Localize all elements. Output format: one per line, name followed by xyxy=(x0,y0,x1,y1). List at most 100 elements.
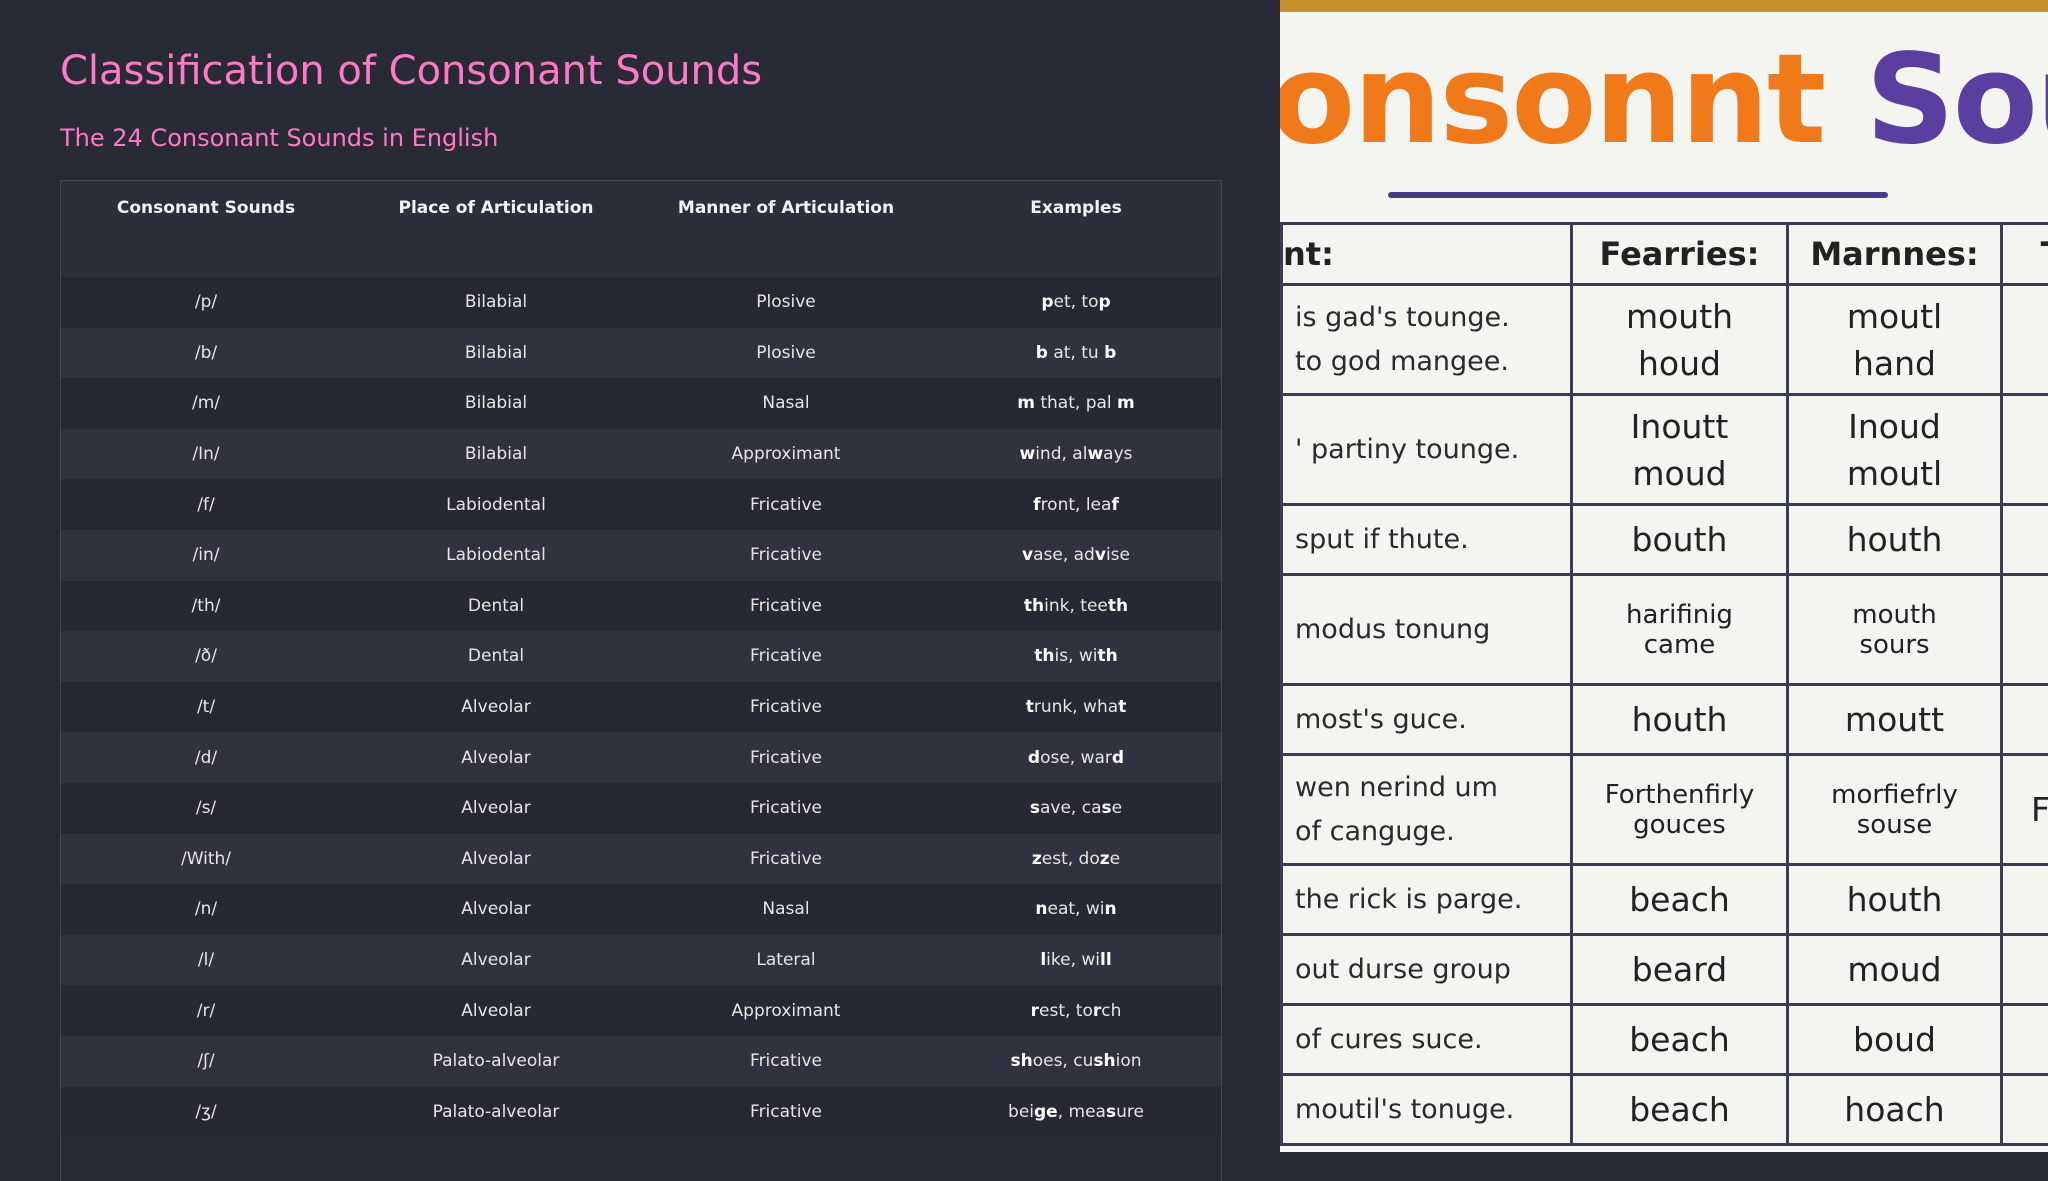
highlighted-letters: sh xyxy=(1093,1051,1115,1071)
cell-sound: /p/ xyxy=(61,277,351,328)
highlighted-letters: ge xyxy=(1034,1102,1058,1122)
poster-sentence-line: ' partiny tounge. xyxy=(1295,433,1570,467)
cell-examples: rest, torch xyxy=(931,985,1221,1036)
highlighted-letters: th xyxy=(1034,646,1054,666)
cell-place: Alveolar xyxy=(351,682,641,733)
poster-sentence-line: wen nerind um xyxy=(1295,771,1570,805)
highlighted-letters: p xyxy=(1041,292,1053,312)
cell-sound: /t/ xyxy=(61,682,351,733)
poster-word: sours xyxy=(1789,630,2000,660)
poster-sentence: of cures suce. xyxy=(1282,1005,1572,1075)
highlighted-letters: z xyxy=(1100,849,1110,869)
column-header-place: Place of Articulation xyxy=(351,181,641,277)
cell-examples: beige, measure xyxy=(931,1087,1221,1138)
example-text: ays xyxy=(1103,444,1132,464)
poster-heading-part1: onsonnt xyxy=(1280,28,1824,172)
example-text: bei xyxy=(1008,1102,1034,1122)
cell-manner: Fricative xyxy=(641,479,931,530)
poster-sentence-line: is gad's tounge. xyxy=(1295,301,1570,335)
highlighted-letters: s xyxy=(1030,798,1040,818)
poster-sentence-line: the rick is parge. xyxy=(1295,883,1570,917)
example-text: ave, ca xyxy=(1040,798,1102,818)
poster-word: bouth xyxy=(1573,520,1786,559)
poster-word: Inoutt xyxy=(1573,407,1786,446)
highlighted-letters: th xyxy=(1024,596,1044,616)
consonant-table-container[interactable]: Consonant Sounds Place of Articulation M… xyxy=(60,180,1222,1181)
cell-place: Palato-alveolar xyxy=(351,1087,641,1138)
poster-word: gouces xyxy=(1573,810,1786,840)
poster-word: mouth xyxy=(1789,600,2000,630)
highlighted-letters: r xyxy=(1093,1001,1101,1021)
highlighted-letters: v xyxy=(1095,545,1106,565)
highlighted-letters: w xyxy=(1087,444,1103,464)
highlighted-letters: b xyxy=(1036,343,1048,363)
highlighted-letters: z xyxy=(1032,849,1042,869)
poster-word: moutl xyxy=(1789,454,2000,493)
poster-word-cell: moutt xyxy=(1788,685,2002,755)
cell-manner: Fricative xyxy=(641,682,931,733)
highlighted-letters: n xyxy=(1104,899,1116,919)
cell-manner: Nasal xyxy=(641,884,931,935)
example-text: eat, wi xyxy=(1048,899,1105,919)
cell-manner: Lateral xyxy=(641,935,931,986)
cell-examples: dose, ward xyxy=(931,732,1221,783)
poster-cut-cell xyxy=(2002,685,2048,755)
cell-place: Labiodental xyxy=(351,530,641,581)
cell-manner: Fricative xyxy=(641,530,931,581)
table-row: /p/BilabialPlosivepet, top xyxy=(61,277,1221,328)
poster-frame-edge xyxy=(1280,0,2048,12)
poster-image: onsonnt Sounc nt: Fearries: Marnnes: T i… xyxy=(1280,0,2048,1152)
poster-word: hoach xyxy=(1789,1090,2000,1129)
cell-examples: neat, win xyxy=(931,884,1221,935)
example-text: et, to xyxy=(1054,292,1099,312)
example-text: oes, cu xyxy=(1033,1051,1094,1071)
poster-word: Inoud xyxy=(1789,407,2000,446)
poster-word-cell: bouth xyxy=(1572,505,1788,575)
cell-place: Palato-alveolar xyxy=(351,1036,641,1087)
cell-place: Bilabial xyxy=(351,429,641,480)
poster-word-cell: beard xyxy=(1572,935,1788,1005)
table-row: /in/LabiodentalFricativevase, advise xyxy=(61,530,1221,581)
poster-word-cell: beach xyxy=(1572,865,1788,935)
cell-sound: /With/ xyxy=(61,834,351,885)
highlighted-letters: t xyxy=(1026,697,1034,717)
poster-cut-cell xyxy=(2002,1005,2048,1075)
poster-word-cell: beach xyxy=(1572,1005,1788,1075)
highlighted-letters: p xyxy=(1099,292,1111,312)
example-text: ind, al xyxy=(1035,444,1087,464)
cell-place: Dental xyxy=(351,631,641,682)
poster-word-cell: houth xyxy=(1788,865,2002,935)
poster-sentence-line: most's guce. xyxy=(1295,703,1570,737)
cell-sound: /th/ xyxy=(61,581,351,632)
poster-word-cell: houth xyxy=(1788,505,2002,575)
poster-sentence-line: to god mangee. xyxy=(1295,345,1570,379)
example-text: is, wi xyxy=(1054,646,1097,666)
poster-word: Forthenfirly xyxy=(1573,780,1786,810)
cell-manner: Approximant xyxy=(641,429,931,480)
poster-word-cell: harifinigcame xyxy=(1572,575,1788,685)
poster-word: beach xyxy=(1573,1090,1786,1129)
poster-cut-cell xyxy=(2002,1075,2048,1145)
cell-place: Alveolar xyxy=(351,935,641,986)
cell-examples: b at, tu b xyxy=(931,328,1221,379)
poster-word: came xyxy=(1573,630,1786,660)
example-text: e xyxy=(1112,798,1122,818)
poster-row: sput if thute.bouthhouth xyxy=(1282,505,2048,575)
cell-sound: /ʃ/ xyxy=(61,1036,351,1087)
highlighted-letters: ll xyxy=(1100,950,1112,970)
cell-examples: think, teeth xyxy=(931,581,1221,632)
poster-word-cell: morfiefrlysouse xyxy=(1788,755,2002,865)
poster-word: moutt xyxy=(1789,700,2000,739)
cell-examples: wind, always xyxy=(931,429,1221,480)
poster-word: beard xyxy=(1573,950,1786,989)
cell-sound: /b/ xyxy=(61,328,351,379)
cell-sound: /l/ xyxy=(61,935,351,986)
example-text: est, to xyxy=(1039,1001,1093,1021)
cell-examples: shoes, cushion xyxy=(931,1036,1221,1087)
cell-place: Bilabial xyxy=(351,328,641,379)
poster-sentence: is gad's tounge. to god mangee. xyxy=(1282,285,1572,395)
cell-examples: like, will xyxy=(931,935,1221,986)
poster-row: moutil's tonuge.beachhoach xyxy=(1282,1075,2048,1145)
cell-examples: zest, doze xyxy=(931,834,1221,885)
poster-word: moud xyxy=(1789,950,2000,989)
